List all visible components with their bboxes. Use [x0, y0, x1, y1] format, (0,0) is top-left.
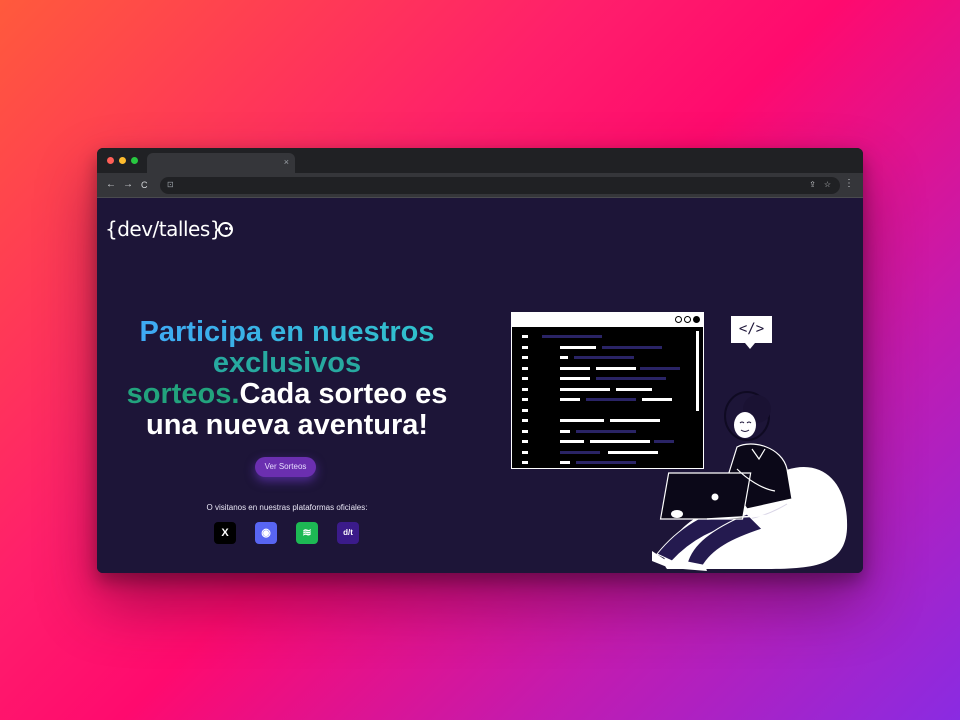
page-content: {dev/talles} Participa en nuestros exclu…	[97, 199, 863, 573]
x-icon[interactable]: X	[214, 522, 236, 544]
browser-toolbar: ← → C ⊡ ⇪ ☆ ⋮	[97, 173, 863, 198]
code-line-mark	[602, 345, 662, 349]
hero-line-1: Participa en nuestros	[139, 316, 435, 348]
code-line-mark	[522, 345, 528, 349]
ver-sorteos-button[interactable]: Ver Sorteos	[255, 457, 316, 477]
code-line-mark	[522, 440, 528, 443]
code-line-mark	[522, 450, 528, 454]
platforms-label: O visitanos en nuestras plataformas ofic…	[206, 503, 368, 512]
code-line-mark	[560, 345, 596, 349]
code-line-mark	[560, 429, 570, 433]
minimize-window-button[interactable]	[119, 157, 126, 164]
code-line-mark	[560, 398, 580, 401]
discord-icon[interactable]: ◉	[255, 522, 277, 544]
title-bar: ×	[97, 148, 863, 173]
face-shape	[734, 412, 756, 438]
forward-icon[interactable]: →	[123, 179, 133, 191]
spotify-icon[interactable]: ≋	[296, 522, 318, 544]
screen-circle-icon	[675, 316, 682, 323]
share-icon[interactable]: ⇪	[809, 180, 816, 189]
back-icon[interactable]: ←	[106, 179, 116, 191]
lock-icon: ⊡	[167, 180, 174, 189]
hero-heading: Participa en nuestros exclusivos sorteos…	[97, 317, 477, 441]
code-line-mark	[574, 356, 634, 359]
code-screen-titlebar	[512, 313, 703, 327]
code-line-mark	[522, 419, 528, 422]
code-line-mark	[522, 335, 528, 338]
screen-circle-icon	[684, 316, 691, 323]
code-line-mark	[542, 335, 602, 338]
code-line-mark	[560, 356, 568, 359]
star-icon[interactable]: ☆	[824, 180, 831, 189]
code-bubble: </>	[731, 316, 772, 349]
hero-line-3a: sorteos.	[126, 378, 240, 410]
devtalles-icon[interactable]: d/t	[337, 522, 359, 544]
code-line-mark	[522, 461, 528, 464]
code-line-mark	[560, 377, 590, 380]
code-line-mark	[560, 440, 584, 443]
code-line-mark	[522, 366, 528, 370]
code-line-mark	[522, 398, 528, 401]
screen-circle-icon	[693, 316, 700, 323]
code-line-mark	[560, 461, 570, 464]
code-line-mark	[522, 429, 528, 433]
address-bar[interactable]: ⊡ ⇪ ☆	[160, 177, 840, 194]
person-beanbag-illustration	[652, 391, 848, 571]
hand-shape	[671, 510, 683, 518]
logo-face-icon	[218, 222, 233, 237]
menu-icon[interactable]: ⋮	[844, 178, 854, 189]
reload-icon[interactable]: C	[141, 179, 148, 191]
maximize-window-button[interactable]	[131, 157, 138, 164]
code-line-mark	[560, 366, 590, 370]
hero-line-2: exclusivos	[212, 347, 362, 379]
code-line-mark	[522, 387, 528, 391]
logo[interactable]: {dev/talles}	[105, 217, 222, 241]
browser-window: × ← → C ⊡ ⇪ ☆ ⋮ {dev/talles} Participa e…	[97, 148, 863, 573]
laptop-logo	[711, 493, 719, 501]
tab-close-icon[interactable]: ×	[284, 157, 289, 167]
code-line-mark	[522, 408, 528, 412]
hero-line-3b: Cada sorteo es	[239, 378, 448, 410]
hero-line-4: una nueva aventura!	[145, 409, 429, 441]
close-window-button[interactable]	[107, 157, 114, 164]
window-controls	[107, 157, 138, 164]
browser-tab[interactable]: ×	[147, 153, 295, 173]
code-line-mark	[522, 356, 528, 359]
code-line-mark	[522, 377, 528, 380]
